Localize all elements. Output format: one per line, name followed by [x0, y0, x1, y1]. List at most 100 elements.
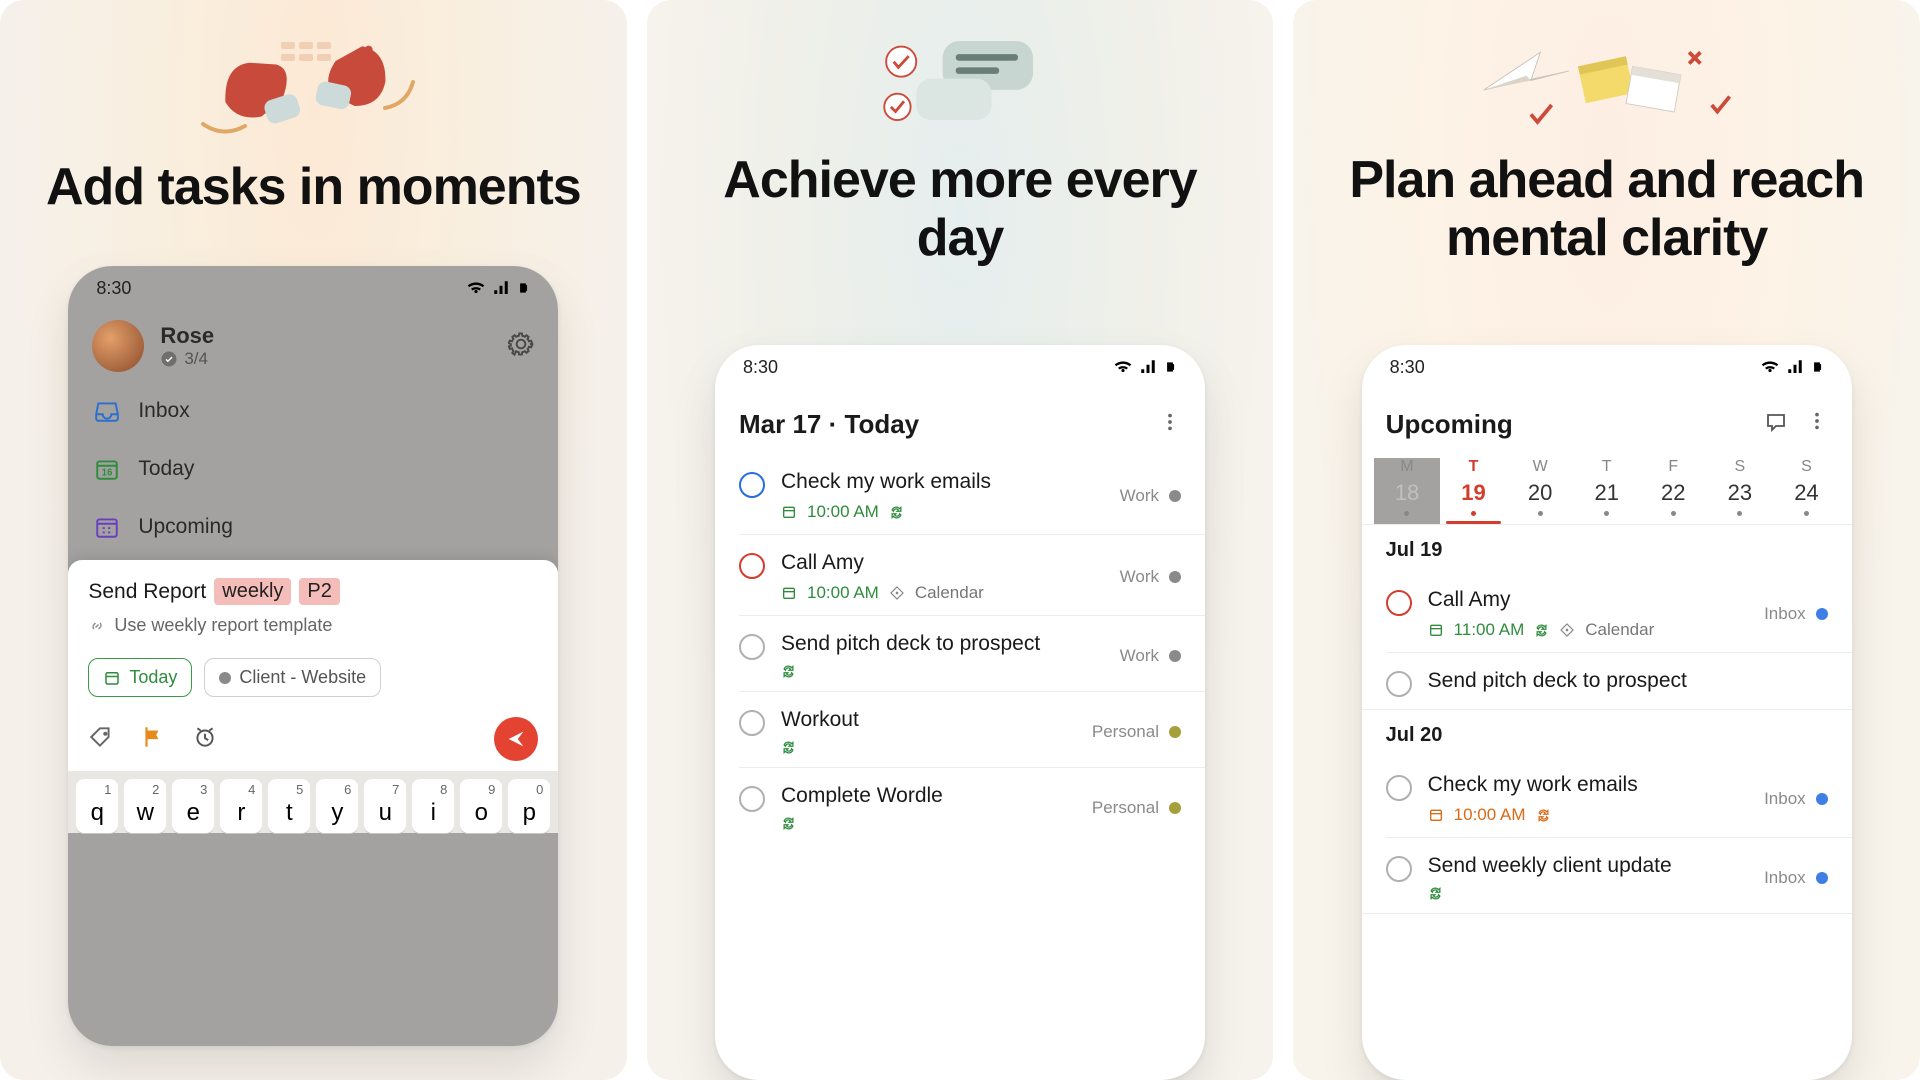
task-item[interactable]: Workout Personal — [715, 692, 1205, 767]
today-tasklist: Check my work emails10:00 AM Work Call A… — [715, 454, 1205, 1080]
task-meta: 10:00 AM Calendar — [781, 583, 1104, 603]
key-y[interactable]: 6y — [316, 779, 358, 833]
comment-button[interactable] — [1764, 410, 1788, 439]
task-checkbox[interactable] — [739, 786, 765, 812]
reminder-button[interactable] — [192, 724, 218, 755]
day-23[interactable]: S23 — [1707, 458, 1774, 524]
task-checkbox[interactable] — [739, 553, 765, 579]
nav-upcoming-label: Upcoming — [138, 515, 233, 539]
day-20[interactable]: W20 — [1507, 458, 1574, 524]
recurring-icon — [1536, 808, 1551, 823]
task-project[interactable]: Personal — [1092, 798, 1181, 818]
task-project[interactable]: Inbox — [1764, 604, 1828, 624]
bubbles-illustration — [856, 24, 1063, 137]
task-item[interactable]: Send pitch deck to prospect Work — [715, 616, 1205, 691]
battery-icon — [1163, 357, 1177, 377]
task-checkbox[interactable] — [1386, 775, 1412, 801]
key-t[interactable]: 5t — [268, 779, 310, 833]
task-meta: 11:00 AMCalendar — [1428, 620, 1748, 640]
task-checkbox[interactable] — [739, 472, 765, 498]
send-icon — [505, 728, 527, 750]
upcoming-title: Upcoming — [1386, 409, 1513, 440]
nav-today[interactable]: Today — [68, 440, 558, 498]
recurring-icon — [1428, 886, 1443, 901]
signal-icon — [492, 279, 510, 297]
task-checkbox[interactable] — [1386, 671, 1412, 697]
inbox-icon — [94, 398, 120, 424]
task-meta — [781, 664, 1104, 679]
task-title: Check my work emails — [1428, 773, 1748, 797]
tag-p2[interactable]: P2 — [299, 578, 339, 605]
status-bar: 8:30 — [715, 345, 1205, 389]
today-title: Mar 17 · Today — [739, 409, 919, 440]
key-u[interactable]: 7u — [364, 779, 406, 833]
task-checkbox[interactable] — [739, 710, 765, 736]
nav-inbox[interactable]: Inbox — [68, 382, 558, 440]
date-section-header: Jul 20 — [1362, 710, 1852, 757]
day-18[interactable]: M18 — [1374, 458, 1441, 524]
task-item[interactable]: Check my work emails 10:00 AM Inbox — [1362, 757, 1852, 837]
project-dot-icon — [1169, 802, 1181, 814]
task-checkbox[interactable] — [1386, 856, 1412, 882]
nav-upcoming[interactable]: Upcoming — [68, 498, 558, 556]
avatar[interactable] — [92, 320, 144, 372]
status-time: 8:30 — [1390, 357, 1425, 378]
calendar-tag: Calendar — [915, 583, 984, 603]
task-title: Check my work emails — [781, 470, 1104, 494]
task-meta: 10:00 AM — [1428, 805, 1748, 825]
account-header[interactable]: Rose 3/4 — [68, 310, 558, 382]
task-item[interactable]: Send weekly client update Inbox — [1362, 838, 1852, 913]
task-project[interactable]: Inbox — [1764, 789, 1828, 809]
task-title: Send pitch deck to prospect — [1428, 669, 1828, 693]
task-item[interactable]: Call Amy 11:00 AMCalendar Inbox — [1362, 572, 1852, 652]
task-project[interactable]: Inbox — [1764, 868, 1828, 888]
task-checkbox[interactable] — [1386, 590, 1412, 616]
label-button[interactable] — [88, 724, 114, 755]
week-strip[interactable]: M18T19W20T21F22S23S24 — [1362, 454, 1852, 524]
task-project[interactable]: Personal — [1092, 722, 1181, 742]
task-item[interactable]: Check my work emails 10:00 AM Work — [715, 454, 1205, 534]
key-p[interactable]: 0p — [508, 779, 550, 833]
subtask-link[interactable]: Use weekly report template — [88, 615, 538, 636]
task-title: Send pitch deck to prospect — [781, 632, 1104, 656]
task-project[interactable]: Work — [1120, 486, 1181, 506]
task-meta — [781, 740, 1076, 755]
nav-inbox-label: Inbox — [138, 399, 189, 423]
task-time: 10:00 AM — [807, 583, 879, 603]
nav-today-label: Today — [138, 457, 194, 481]
task-meta: 10:00 AM — [781, 502, 1104, 522]
chip-project[interactable]: Client - Website — [204, 658, 381, 697]
more-button[interactable] — [1159, 411, 1181, 438]
task-title: Call Amy — [1428, 588, 1748, 612]
task-item[interactable]: Send pitch deck to prospect — [1362, 653, 1852, 709]
task-project[interactable]: Work — [1120, 646, 1181, 666]
task-project[interactable]: Work — [1120, 567, 1181, 587]
chip-today[interactable]: Today — [88, 658, 192, 697]
key-e[interactable]: 3e — [172, 779, 214, 833]
phone-mock-1: 8:30 Rose 3/4 — [68, 266, 558, 1046]
tag-weekly[interactable]: weekly — [214, 578, 291, 605]
settings-button[interactable] — [508, 331, 534, 362]
key-q[interactable]: 1q — [76, 779, 118, 833]
flag-icon — [140, 724, 166, 750]
task-checkbox[interactable] — [739, 634, 765, 660]
day-19[interactable]: T19 — [1440, 458, 1507, 524]
key-w[interactable]: 2w — [124, 779, 166, 833]
key-o[interactable]: 9o — [460, 779, 502, 833]
task-item[interactable]: Call Amy10:00 AMCalendar Work — [715, 535, 1205, 615]
hands-illustration — [163, 24, 463, 144]
phone-mock-3: 8:30 Upcoming M18T19W20T21F22S23S24 Jul … — [1362, 345, 1852, 1080]
priority-button[interactable] — [140, 724, 166, 755]
status-bar: 8:30 — [68, 266, 558, 310]
today-icon — [94, 456, 120, 482]
key-i[interactable]: 8i — [412, 779, 454, 833]
task-item[interactable]: Complete Wordle Personal — [715, 768, 1205, 843]
key-r[interactable]: 4r — [220, 779, 262, 833]
day-21[interactable]: T21 — [1573, 458, 1640, 524]
day-22[interactable]: F22 — [1640, 458, 1707, 524]
quick-add-input[interactable]: Send Report weekly P2 — [88, 578, 538, 605]
send-button[interactable] — [494, 717, 538, 761]
more-button[interactable] — [1806, 410, 1828, 439]
day-24[interactable]: S24 — [1773, 458, 1840, 524]
keyboard[interactable]: 1q2w3e4r5t6y7u8i9o0p — [68, 771, 558, 833]
